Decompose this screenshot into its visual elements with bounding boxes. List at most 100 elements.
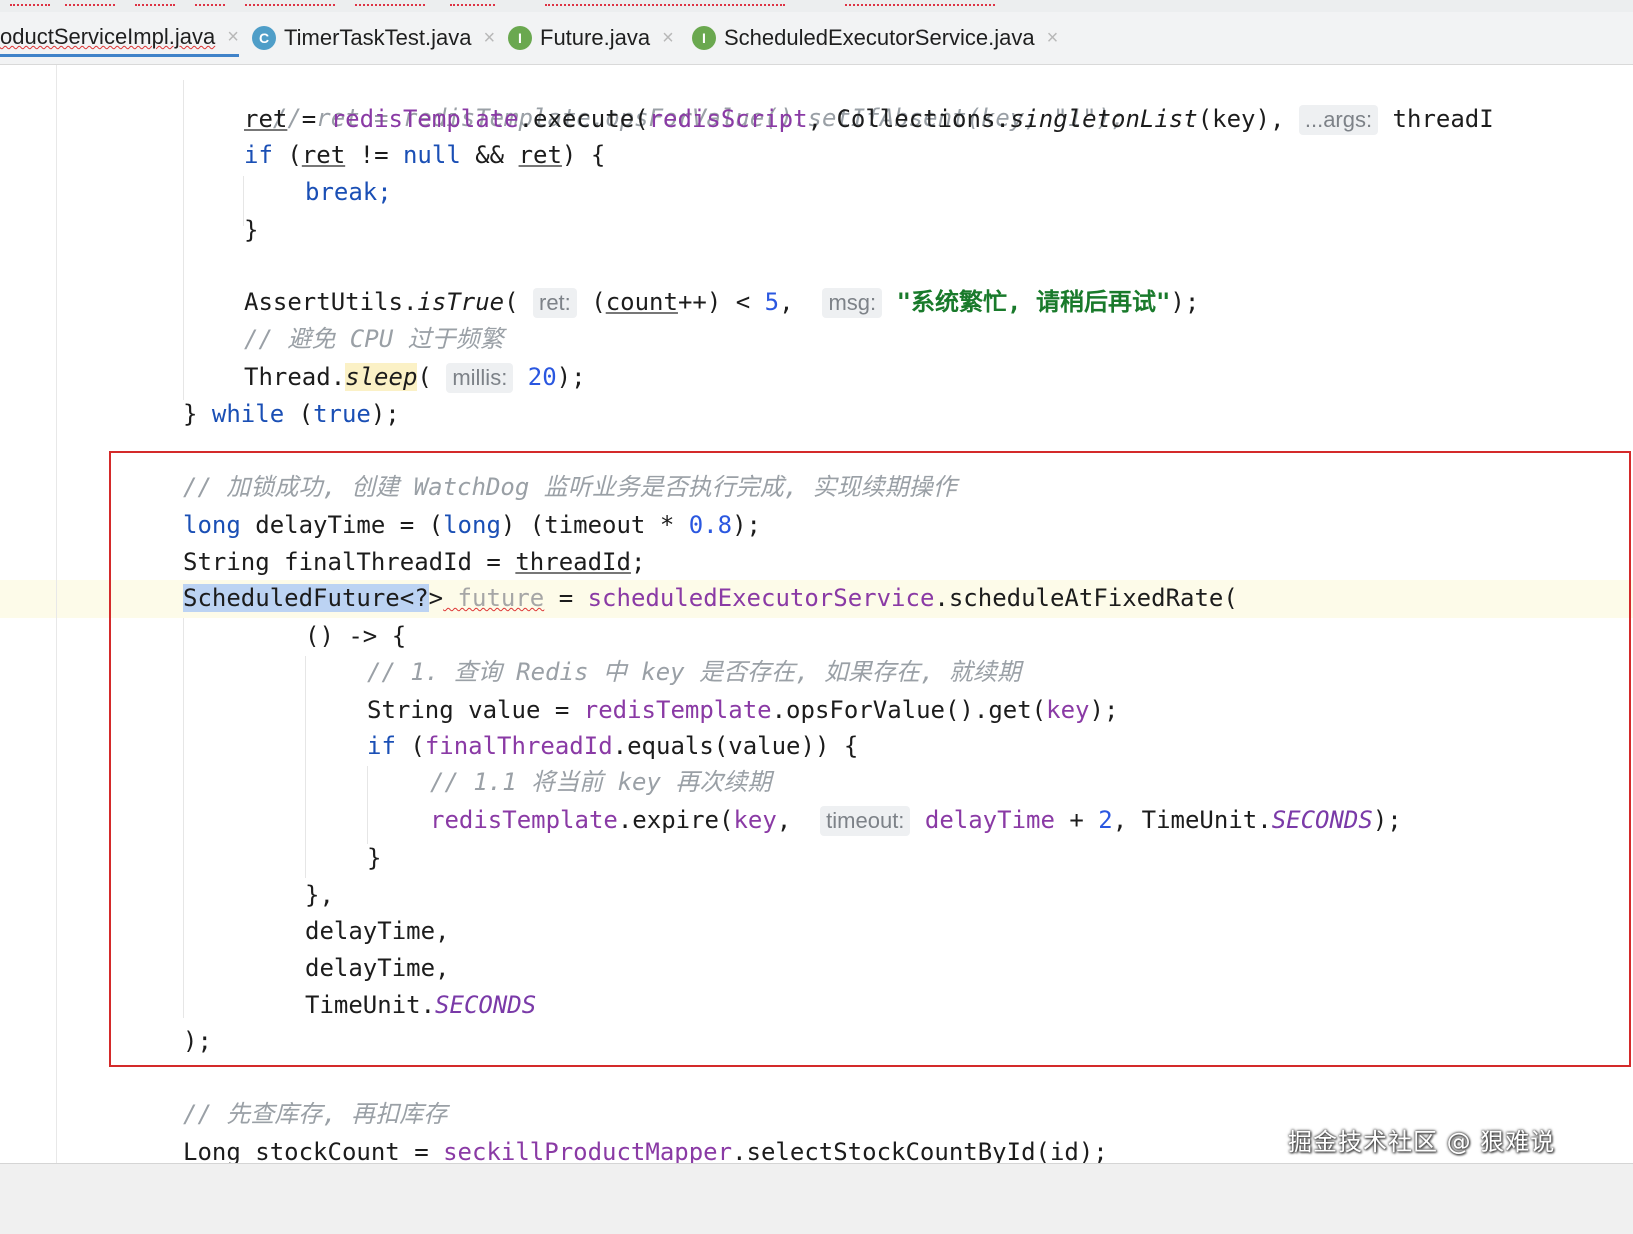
identifier: scheduledExecutorService	[587, 584, 935, 612]
code-line[interactable]: if (ret != null && ret) {	[244, 137, 605, 173]
close-icon[interactable]: ×	[662, 27, 674, 50]
code-line[interactable]: ScheduledFuture<?> future = scheduledExe…	[183, 580, 1238, 616]
parameter-hint: millis:	[446, 363, 514, 393]
number-literal: 2	[1098, 806, 1113, 834]
identifier: redisTemplate	[583, 696, 772, 724]
constant: SECONDS	[435, 991, 537, 1019]
code-line[interactable]: }	[367, 840, 381, 876]
code-line[interactable]: // 1. 查询 Redis 中 key 是否存在, 如果存在, 就续期	[367, 654, 1021, 690]
code-line[interactable]: } while (true);	[183, 396, 400, 432]
selected-text: ScheduledFuture<?	[183, 584, 429, 612]
breadcrumb-item[interactable]	[135, 0, 175, 6]
code-line[interactable]: // ret = redisTemplate.opsForValue().set…	[244, 64, 1126, 132]
comment: // 加锁成功, 创建 WatchDog 监听业务是否执行完成, 实现续期操作	[183, 473, 957, 501]
code-text: ) {	[561, 141, 606, 169]
code-line[interactable]: ret = redisTemplate.execute(redisScript,…	[244, 101, 1494, 137]
code-text: String value =	[367, 696, 584, 724]
code-text: ) (timeout *	[500, 511, 689, 539]
breadcrumb-item[interactable]	[450, 0, 495, 6]
identifier: ret	[518, 141, 562, 169]
code-text: TimeUnit.	[305, 991, 436, 1019]
code-line[interactable]: redisTemplate.expire(key, timeout: delay…	[430, 802, 1402, 838]
code-text: (key),	[1197, 105, 1299, 133]
code-text: }	[183, 400, 212, 428]
code-text: }	[244, 216, 259, 244]
code-text: );	[1089, 696, 1119, 724]
close-icon[interactable]: ×	[483, 27, 495, 50]
code-text: () -> {	[305, 622, 407, 650]
unused-variable: future	[443, 584, 545, 612]
code-text: threadI	[1378, 105, 1494, 133]
code-text: (	[395, 732, 425, 760]
operator: !=	[345, 141, 403, 169]
breadcrumb-item[interactable]	[195, 0, 225, 6]
close-icon[interactable]: ×	[227, 26, 239, 49]
breadcrumb-item[interactable]	[245, 0, 335, 6]
tab-label: Future.java	[540, 25, 651, 50]
parameter-hint: timeout:	[820, 806, 911, 836]
code-line[interactable]: break;	[305, 174, 392, 210]
code-line[interactable]: TimeUnit.SECONDS	[305, 987, 536, 1023]
keyword: null	[402, 141, 461, 169]
code-text: );	[732, 511, 761, 539]
tab-timer-task-test[interactable]: C TimerTaskTest.java ×	[252, 20, 495, 56]
code-text: AssertUtils.	[244, 288, 418, 316]
code-text: , Collections.	[807, 105, 1010, 133]
method-call: .scheduleAtFixedRate(	[934, 584, 1238, 612]
code-line[interactable]: () -> {	[305, 618, 406, 654]
identifier: count	[605, 288, 678, 316]
identifier: threadId	[515, 548, 631, 576]
code-text: },	[305, 881, 334, 909]
code-text: );	[556, 363, 586, 391]
tab-label: ScheduledExecutorService.java	[724, 25, 1035, 50]
code-line[interactable]: // 先查库存, 再扣库存	[183, 1096, 447, 1132]
code-line[interactable]: String finalThreadId = threadId;	[183, 544, 645, 580]
method-call: .execute(	[518, 105, 649, 133]
code-text: >	[428, 584, 444, 612]
code-line[interactable]: // 避免 CPU 过于频繁	[244, 321, 504, 357]
code-line[interactable]: long delayTime = (long) (timeout * 0.8);	[183, 507, 761, 543]
identifier: finalThreadId	[424, 732, 613, 760]
tab-product-service-impl[interactable]: oductServiceImpl.java ×	[0, 20, 239, 57]
breadcrumb-item[interactable]	[10, 0, 50, 6]
breadcrumb-item[interactable]	[845, 0, 995, 6]
code-line[interactable]: AssertUtils.isTrue( ret: (count++) < 5, …	[244, 284, 1199, 320]
code-line[interactable]: String value = redisTemplate.opsForValue…	[367, 692, 1118, 728]
interface-icon: I	[508, 26, 532, 50]
string-literal: "系统繁忙, 请稍后再试"	[882, 288, 1171, 316]
code-line[interactable]: if (finalThreadId.equals(value)) {	[367, 728, 858, 764]
code-text: delayTime,	[305, 954, 450, 982]
identifier: redisTemplate	[330, 105, 519, 133]
close-icon[interactable]: ×	[1047, 27, 1059, 50]
code-text: (	[504, 288, 533, 316]
code-line[interactable]: }	[244, 212, 258, 248]
code-text: (	[417, 363, 447, 391]
tab-future[interactable]: I Future.java ×	[508, 20, 674, 56]
code-text: delayTime,	[305, 917, 450, 945]
tab-scheduled-executor-service[interactable]: I ScheduledExecutorService.java ×	[692, 20, 1058, 56]
code-text: Thread.	[244, 363, 346, 391]
breadcrumb-item[interactable]	[545, 0, 785, 6]
identifier: delayTime	[910, 806, 1055, 834]
method-call: isTrue	[417, 288, 505, 316]
code-text: , TimeUnit.	[1112, 806, 1272, 834]
breadcrumb-item[interactable]	[355, 0, 425, 6]
code-line[interactable]: delayTime,	[305, 913, 450, 949]
code-line[interactable]: Thread.sleep( millis: 20);	[244, 359, 586, 395]
gutter-divider	[56, 65, 57, 1213]
code-line[interactable]: },	[305, 877, 334, 913]
comment: // 1. 查询 Redis 中 key 是否存在, 如果存在, 就续期	[367, 658, 1021, 686]
code-line[interactable]: );	[183, 1023, 212, 1059]
code-text: (	[272, 141, 302, 169]
code-line[interactable]: // 加锁成功, 创建 WatchDog 监听业务是否执行完成, 实现续期操作	[183, 469, 957, 505]
identifier: redisTemplate	[430, 806, 618, 834]
keyword: while	[211, 400, 285, 428]
method-call: .opsForValue().get(	[771, 696, 1047, 724]
code-text: delayTime = (	[240, 511, 444, 539]
parameter-hint: ret:	[533, 288, 577, 318]
code-line[interactable]: // 1.1 将当前 key 再次续期	[430, 764, 771, 800]
tab-label: oductServiceImpl.java	[0, 24, 216, 49]
parameter-hint: msg:	[822, 288, 883, 318]
code-line[interactable]: delayTime,	[305, 950, 450, 986]
breadcrumb-item[interactable]	[65, 0, 115, 6]
